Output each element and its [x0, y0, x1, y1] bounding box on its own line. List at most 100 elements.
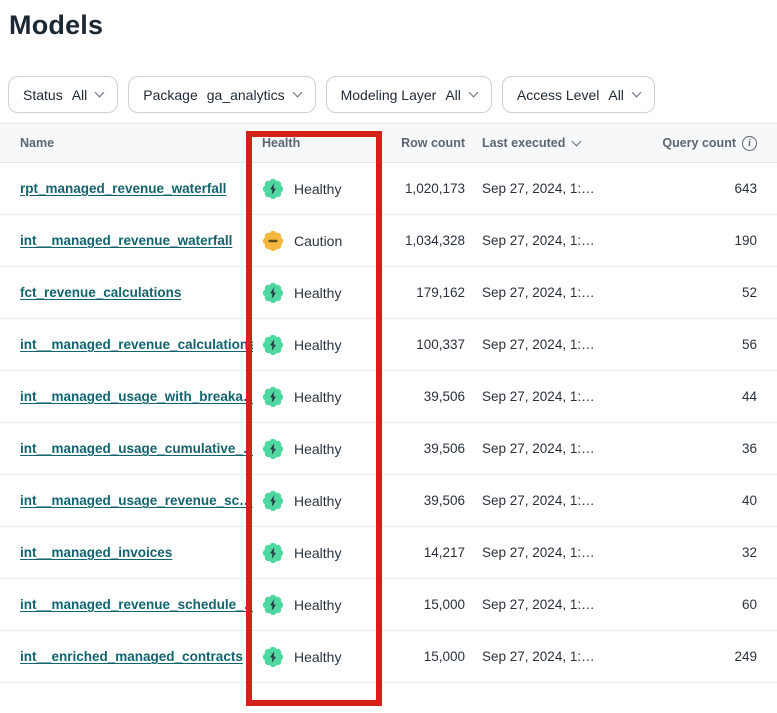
model-link[interactable]: int__managed_usage_revenue_sc…: [20, 493, 253, 508]
health-status-label: Healthy: [294, 493, 341, 509]
table-body: rpt_managed_revenue_waterfall Healthy 1,…: [0, 163, 777, 683]
health-cell: Healthy: [253, 334, 380, 356]
health-status-icon: [262, 334, 284, 356]
health-status-label: Healthy: [294, 441, 341, 457]
filter-access-level-value: All: [608, 87, 624, 103]
column-header-health: Health: [253, 136, 380, 150]
health-status-icon: [262, 594, 284, 616]
column-header-row-count: Row count: [380, 136, 465, 150]
column-header-query-count-label: Query count: [662, 136, 736, 150]
column-header-last-executed[interactable]: Last executed: [465, 136, 620, 150]
filter-access-level-label: Access Level: [517, 87, 599, 103]
table-header-row: Name Health Row count Last executed Quer…: [0, 123, 777, 163]
last-executed-cell: Sep 27, 2024, 1:…: [465, 337, 620, 352]
model-name-cell: int__enriched_managed_contracts: [0, 649, 253, 664]
row-count-cell: 1,034,328: [380, 233, 465, 248]
health-status-icon: [262, 542, 284, 564]
health-status-label: Healthy: [294, 181, 341, 197]
model-name-cell: int__managed_usage_cumulative_…: [0, 441, 253, 456]
model-name-cell: int__managed_invoices: [0, 545, 253, 560]
chevron-down-icon: [631, 88, 641, 98]
model-link[interactable]: int__managed_usage_cumulative_…: [20, 441, 253, 456]
row-count-cell: 15,000: [380, 597, 465, 612]
page-title: Models: [9, 10, 777, 41]
model-link[interactable]: rpt_managed_revenue_waterfall: [20, 181, 226, 196]
query-count-cell: 643: [620, 181, 777, 196]
filter-modeling-layer-label: Modeling Layer: [341, 87, 437, 103]
table-row: int__managed_revenue_schedule_… Healthy …: [0, 579, 777, 631]
health-cell: Healthy: [253, 490, 380, 512]
table-row: rpt_managed_revenue_waterfall Healthy 1,…: [0, 163, 777, 215]
table-row: int__managed_revenue_waterfall Caution 1…: [0, 215, 777, 267]
table-row: int__managed_usage_cumulative_… Healthy …: [0, 423, 777, 475]
health-cell: Healthy: [253, 594, 380, 616]
models-table: Name Health Row count Last executed Quer…: [0, 123, 777, 683]
filter-bar: Status All Package ga_analytics Modeling…: [8, 76, 777, 113]
chevron-down-icon: [292, 88, 302, 98]
model-link[interactable]: int__managed_revenue_calculations: [20, 337, 253, 352]
filter-access-level[interactable]: Access Level All: [502, 76, 655, 113]
query-count-cell: 190: [620, 233, 777, 248]
filter-package-value: ga_analytics: [207, 87, 285, 103]
health-status-icon: [262, 646, 284, 668]
page-header: Models: [9, 10, 777, 41]
filter-status-label: Status: [23, 87, 63, 103]
model-link[interactable]: fct_revenue_calculations: [20, 285, 181, 300]
table-row: int__managed_invoices Healthy 14,217 Sep…: [0, 527, 777, 579]
last-executed-cell: Sep 27, 2024, 1:…: [465, 389, 620, 404]
last-executed-cell: Sep 27, 2024, 1:…: [465, 181, 620, 196]
query-count-cell: 44: [620, 389, 777, 404]
health-status-label: Healthy: [294, 337, 341, 353]
last-executed-cell: Sep 27, 2024, 1:…: [465, 545, 620, 560]
health-cell: Healthy: [253, 178, 380, 200]
health-status-label: Healthy: [294, 597, 341, 613]
model-link[interactable]: int__enriched_managed_contracts: [20, 649, 243, 664]
health-status-icon: [262, 490, 284, 512]
column-header-name: Name: [0, 136, 253, 150]
chevron-down-icon: [468, 88, 478, 98]
health-cell: Healthy: [253, 282, 380, 304]
model-name-cell: rpt_managed_revenue_waterfall: [0, 181, 253, 196]
row-count-cell: 1,020,173: [380, 181, 465, 196]
health-status-label: Healthy: [294, 545, 341, 561]
row-count-cell: 15,000: [380, 649, 465, 664]
query-count-cell: 36: [620, 441, 777, 456]
model-link[interactable]: int__managed_invoices: [20, 545, 172, 560]
filter-package-label: Package: [143, 87, 197, 103]
filter-modeling-layer[interactable]: Modeling Layer All: [326, 76, 492, 113]
health-status-icon: [262, 230, 284, 252]
health-status-label: Healthy: [294, 285, 341, 301]
row-count-cell: 39,506: [380, 389, 465, 404]
filter-package[interactable]: Package ga_analytics: [128, 76, 315, 113]
query-count-cell: 56: [620, 337, 777, 352]
query-count-cell: 60: [620, 597, 777, 612]
table-row: int__managed_revenue_calculations Health…: [0, 319, 777, 371]
table-row: int__enriched_managed_contracts Healthy …: [0, 631, 777, 683]
last-executed-cell: Sep 27, 2024, 1:…: [465, 597, 620, 612]
health-status-label: Healthy: [294, 389, 341, 405]
model-name-cell: int__managed_usage_revenue_sc…: [0, 493, 253, 508]
sort-chevron-down-icon: [572, 136, 582, 146]
health-status-label: Healthy: [294, 649, 341, 665]
last-executed-cell: Sep 27, 2024, 1:…: [465, 649, 620, 664]
last-executed-cell: Sep 27, 2024, 1:…: [465, 285, 620, 300]
row-count-cell: 179,162: [380, 285, 465, 300]
health-status-icon: [262, 386, 284, 408]
model-link[interactable]: int__managed_usage_with_breaka…: [20, 389, 253, 404]
health-cell: Caution: [253, 230, 380, 252]
table-row: fct_revenue_calculations Healthy 179,162…: [0, 267, 777, 319]
table-row: int__managed_usage_with_breaka… Healthy …: [0, 371, 777, 423]
last-executed-cell: Sep 27, 2024, 1:…: [465, 441, 620, 456]
info-icon[interactable]: i: [742, 136, 757, 151]
health-cell: Healthy: [253, 438, 380, 460]
filter-status[interactable]: Status All: [8, 76, 118, 113]
model-name-cell: int__managed_revenue_waterfall: [0, 233, 253, 248]
query-count-cell: 32: [620, 545, 777, 560]
health-status-label: Caution: [294, 233, 342, 249]
query-count-cell: 249: [620, 649, 777, 664]
model-link[interactable]: int__managed_revenue_waterfall: [20, 233, 232, 248]
model-name-cell: int__managed_revenue_schedule_…: [0, 597, 253, 612]
model-link[interactable]: int__managed_revenue_schedule_…: [20, 597, 253, 612]
model-name-cell: fct_revenue_calculations: [0, 285, 253, 300]
table-row: int__managed_usage_revenue_sc… Healthy 3…: [0, 475, 777, 527]
